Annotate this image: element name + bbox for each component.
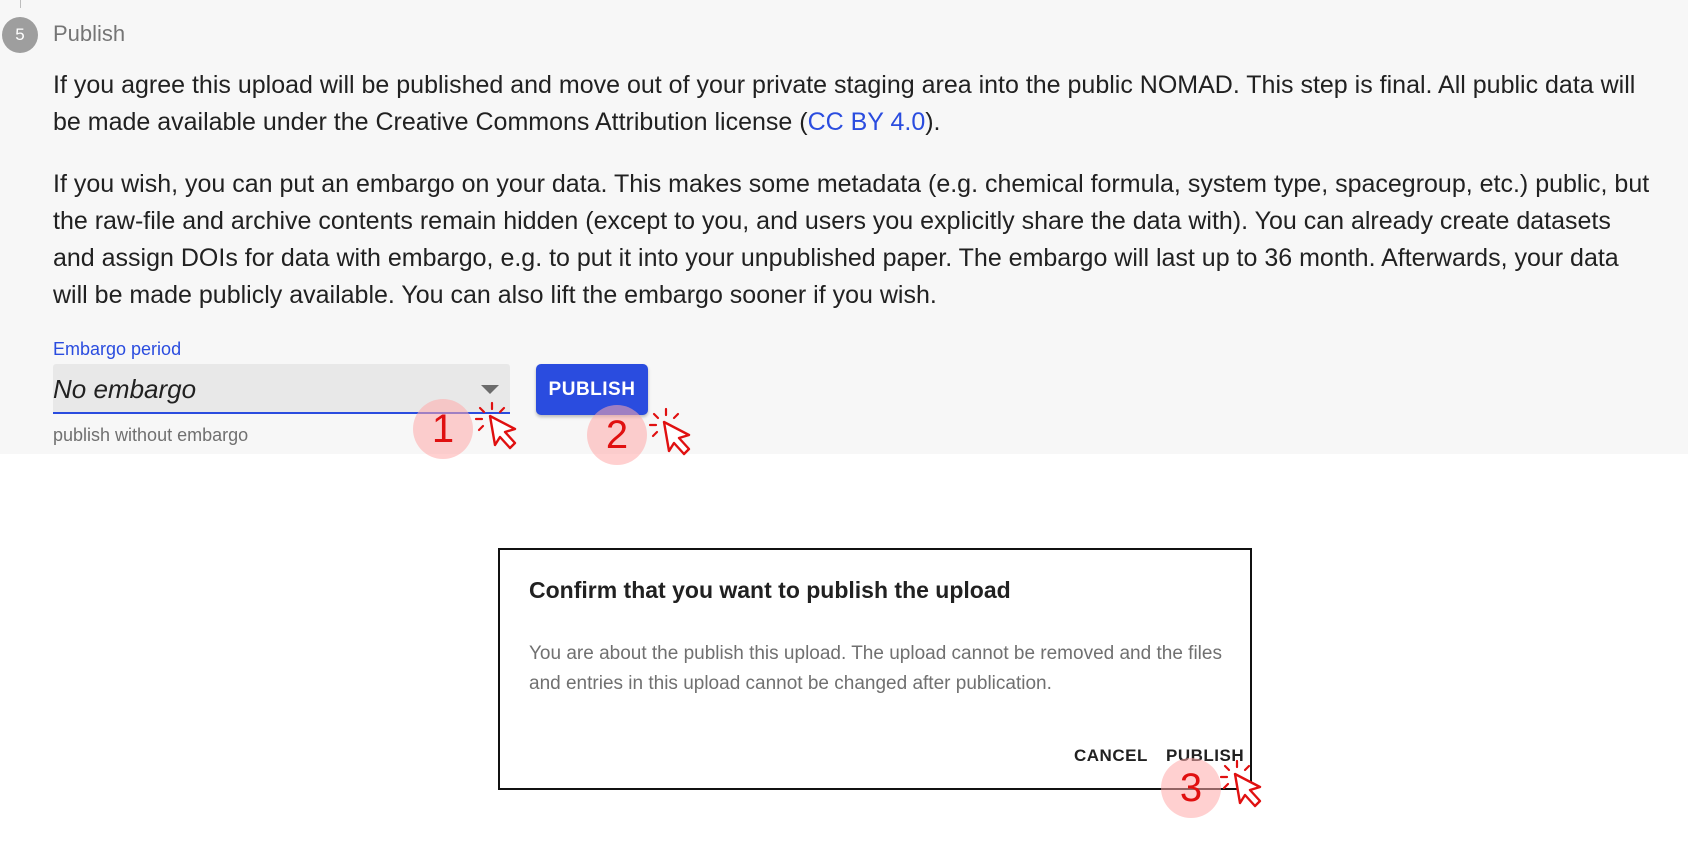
license-text-end: ).: [925, 108, 941, 136]
license-link[interactable]: CC BY 4.0: [808, 108, 926, 136]
annotation-marker-2: 2: [587, 405, 647, 465]
click-cursor-icon: [648, 407, 691, 456]
dialog-cancel-button[interactable]: CANCEL: [1074, 746, 1148, 766]
annotation-marker-1: 1: [413, 399, 473, 459]
annotation-number: 1: [431, 406, 455, 451]
publish-step-panel: 5 Publish If you agree this upload will …: [0, 0, 1688, 454]
dialog-title: Confirm that you want to publish the upl…: [529, 577, 1011, 603]
embargo-paragraph: If you wish, you can put an embargo on y…: [53, 170, 1650, 309]
embargo-helper-text: publish without embargo: [53, 425, 249, 445]
step-number-badge: 5: [2, 17, 38, 53]
embargo-selected-value: No embargo: [53, 374, 197, 404]
click-cursor-icon: [1219, 759, 1262, 808]
stepper-connector: [20, 0, 21, 8]
confirm-publish-dialog: Confirm that you want to publish the upl…: [498, 548, 1252, 790]
step-title: Publish: [53, 21, 126, 46]
annotation-marker-3: 3: [1161, 758, 1221, 818]
click-cursor-icon: [474, 401, 517, 450]
dialog-text: You are about the publish this upload. T…: [529, 643, 1222, 694]
step-number: 5: [15, 25, 25, 44]
annotation-number: 3: [1179, 765, 1203, 810]
license-paragraph: If you agree this upload will be publish…: [53, 67, 1653, 141]
embargo-period-label: Embargo period: [53, 339, 182, 359]
dropdown-arrow-icon: [481, 385, 499, 394]
publish-button[interactable]: PUBLISH: [536, 364, 648, 415]
annotation-number: 2: [605, 412, 629, 457]
